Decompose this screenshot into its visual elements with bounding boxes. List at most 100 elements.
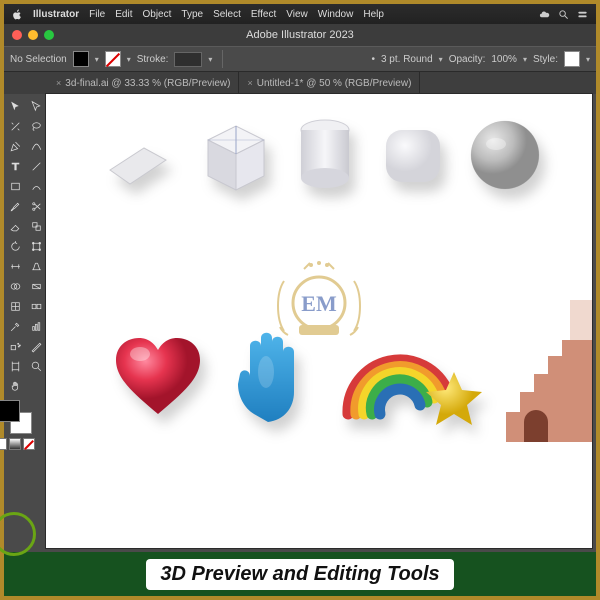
color-mode-row xyxy=(0,438,35,450)
menu-window[interactable]: Window xyxy=(318,9,354,20)
fill-swatch[interactable] xyxy=(73,51,89,67)
menu-select[interactable]: Select xyxy=(213,9,241,20)
type-tool[interactable] xyxy=(5,156,25,176)
shaper-tool[interactable] xyxy=(26,176,46,196)
3d-sphere xyxy=(466,116,544,194)
eraser-tool[interactable] xyxy=(5,216,25,236)
color-mode-gradient[interactable] xyxy=(9,438,21,450)
menubar-status xyxy=(539,9,588,20)
cloud-icon xyxy=(539,9,550,20)
width-tool[interactable] xyxy=(5,256,25,276)
curvature-tool[interactable] xyxy=(26,136,46,156)
line-tool[interactable] xyxy=(26,156,46,176)
menu-effect[interactable]: Effect xyxy=(251,9,276,20)
scissors-tool[interactable] xyxy=(26,196,46,216)
pen-tool[interactable] xyxy=(5,136,25,156)
zoom-tool[interactable] xyxy=(26,356,46,376)
3d-hand xyxy=(224,314,324,426)
apple-icon[interactable] xyxy=(12,9,23,20)
no-stroke-icon[interactable] xyxy=(105,51,121,67)
rotate-tool[interactable] xyxy=(5,236,25,256)
window-titlebar: Adobe Illustrator 2023 xyxy=(4,24,596,46)
menu-edit[interactable]: Edit xyxy=(115,9,132,20)
mesh-tool[interactable] xyxy=(5,296,25,316)
divider xyxy=(222,50,223,68)
chevron-down-icon[interactable]: ▾ xyxy=(95,55,99,64)
3d-cylinder xyxy=(292,114,358,196)
selection-tool[interactable] xyxy=(5,96,25,116)
brush-preset[interactable]: 3 pt. Round xyxy=(381,54,433,65)
toolbar-col-a xyxy=(4,94,26,552)
caption-bar: 3D Preview and Editing Tools xyxy=(4,552,596,596)
app-frame: Illustrator File Edit Object Type Select… xyxy=(0,0,600,600)
search-icon[interactable] xyxy=(558,9,569,20)
menu-view[interactable]: View xyxy=(286,9,308,20)
style-label: Style: xyxy=(533,54,558,65)
eyedropper-tool[interactable] xyxy=(5,316,25,336)
tab-untitled-1[interactable]: × Untitled-1* @ 50 % (RGB/Preview) xyxy=(239,72,420,94)
paintbrush-tool[interactable] xyxy=(5,196,25,216)
canvas-wrap: EM xyxy=(46,94,596,552)
column-graph-tool[interactable] xyxy=(26,316,46,336)
menubar-app-name[interactable]: Illustrator xyxy=(33,9,79,20)
stroke-weight-input[interactable] xyxy=(174,52,202,67)
color-mode-none[interactable] xyxy=(23,438,35,450)
menu-file[interactable]: File xyxy=(89,9,105,20)
tab-label: 3d-final.ai @ 33.33 % (RGB/Preview) xyxy=(65,78,230,89)
stroke-label: Stroke: xyxy=(137,54,169,65)
fill-stroke-control[interactable] xyxy=(0,400,32,434)
artboard[interactable]: EM xyxy=(46,94,592,548)
artboard-tool[interactable] xyxy=(5,356,25,376)
free-transform-tool[interactable] xyxy=(26,236,46,256)
3d-heart xyxy=(110,332,206,422)
gradient-tool[interactable] xyxy=(26,276,46,296)
close-icon[interactable]: × xyxy=(56,78,61,88)
close-icon[interactable]: × xyxy=(247,78,252,88)
svg-text:EM: EM xyxy=(301,291,337,316)
hand-tool[interactable] xyxy=(5,376,25,396)
traffic-lights xyxy=(12,30,54,40)
minimize-button[interactable] xyxy=(28,30,38,40)
blend-tool[interactable] xyxy=(26,296,46,316)
3d-extruded-castle xyxy=(506,292,592,462)
toolbar-col-b xyxy=(26,94,46,552)
chevron-down-icon[interactable]: ▾ xyxy=(523,55,527,64)
style-swatch[interactable] xyxy=(564,51,580,67)
main-area: EM xyxy=(4,94,596,552)
caption-text: 3D Preview and Editing Tools xyxy=(146,559,453,590)
shape-builder-tool[interactable] xyxy=(5,276,25,296)
tab-label: Untitled-1* @ 50 % (RGB/Preview) xyxy=(257,78,412,89)
opacity-value[interactable]: 100% xyxy=(491,54,517,65)
chevron-down-icon[interactable]: ▾ xyxy=(208,55,212,64)
zoom-button[interactable] xyxy=(44,30,54,40)
3d-plane xyxy=(100,130,174,194)
scale-tool[interactable] xyxy=(26,216,46,236)
menu-type[interactable]: Type xyxy=(181,9,203,20)
3d-cube xyxy=(186,112,274,196)
opacity-label: Opacity: xyxy=(449,54,486,65)
slice-tool[interactable] xyxy=(26,336,46,356)
fill-color[interactable] xyxy=(0,400,20,422)
mac-menubar: Illustrator File Edit Object Type Select… xyxy=(4,4,596,24)
chevron-down-icon[interactable]: ▾ xyxy=(127,55,131,64)
symbol-sprayer-tool[interactable] xyxy=(5,336,25,356)
control-bar: No Selection ▾ ▾ Stroke: ▾ • 3 pt. Round… xyxy=(4,46,596,72)
selection-status: No Selection xyxy=(10,54,67,65)
3d-rainbow-star xyxy=(336,330,486,434)
menu-object[interactable]: Object xyxy=(142,9,171,20)
window-title: Adobe Illustrator 2023 xyxy=(4,29,596,41)
direct-selection-tool[interactable] xyxy=(26,96,46,116)
magic-wand-tool[interactable] xyxy=(5,116,25,136)
chevron-down-icon[interactable]: ▾ xyxy=(586,55,590,64)
lasso-tool[interactable] xyxy=(26,116,46,136)
close-button[interactable] xyxy=(12,30,22,40)
control-center-icon[interactable] xyxy=(577,9,588,20)
menu-help[interactable]: Help xyxy=(363,9,384,20)
perspective-grid-tool[interactable] xyxy=(26,256,46,276)
rectangle-tool[interactable] xyxy=(5,176,25,196)
document-tab-bar: × 3d-final.ai @ 33.33 % (RGB/Preview) × … xyxy=(4,72,596,94)
3d-rounded-cube xyxy=(376,120,450,192)
tab-3d-final[interactable]: × 3d-final.ai @ 33.33 % (RGB/Preview) xyxy=(48,72,239,94)
color-mode-solid[interactable] xyxy=(0,438,7,450)
chevron-down-icon[interactable]: ▾ xyxy=(439,55,443,64)
